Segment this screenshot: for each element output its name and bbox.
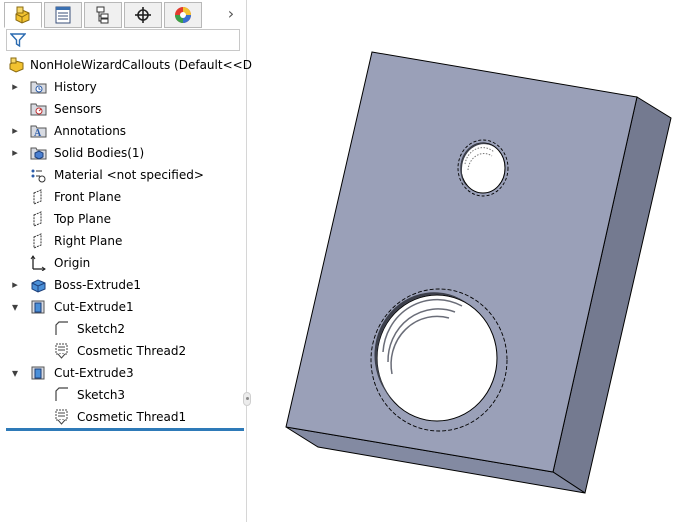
tree-item-label: Sketch3	[77, 388, 126, 402]
cut-extrude-icon	[30, 299, 47, 315]
tree-item[interactable]: ▾ Cut-Extrude1	[0, 296, 244, 318]
tree-root-part[interactable]: NonHoleWizardCallouts (Default<<Defa	[8, 54, 271, 76]
tab-dimxpert-manager[interactable]	[124, 2, 162, 28]
tree-item[interactable]: Top Plane	[0, 208, 244, 230]
tree-item-label: Solid Bodies(1)	[54, 146, 145, 160]
tree-item-label: Cosmetic Thread1	[77, 410, 187, 424]
tree-item[interactable]: Origin	[0, 252, 244, 274]
sensors-folder-icon	[30, 101, 47, 117]
solid-bodies-icon	[30, 145, 47, 161]
expanded-chevron-icon[interactable]: ▾	[9, 362, 21, 384]
tab-feature-manager[interactable]	[4, 2, 42, 28]
origin-icon	[30, 255, 47, 272]
tree-item[interactable]: Cosmetic Thread1	[0, 406, 244, 428]
tree-item-label: Origin	[54, 256, 91, 270]
cosmetic-thread-icon	[53, 343, 70, 359]
manager-tabs	[4, 2, 244, 28]
tree-item[interactable]: Front Plane	[0, 186, 244, 208]
tree-item[interactable]: Sketch2	[0, 318, 244, 340]
tree-item[interactable]: Sensors	[0, 98, 244, 120]
tree-item[interactable]: ▸ Boss-Extrude1	[0, 274, 244, 296]
plane-icon	[30, 189, 47, 205]
tab-configuration-manager[interactable]	[84, 2, 122, 28]
tree-item[interactable]: ▸ History	[0, 76, 244, 98]
cut-extrude-icon	[30, 365, 47, 381]
material-icon	[30, 167, 47, 183]
tree-item-label: Boss-Extrude1	[54, 278, 141, 292]
tree-item-label: Cut-Extrude3	[54, 366, 134, 380]
collapsed-chevron-icon[interactable]: ▸	[9, 76, 21, 98]
panel-splitter-handle[interactable]	[243, 392, 251, 406]
part-model	[285, 51, 672, 494]
tree-item[interactable]: Cosmetic Thread2	[0, 340, 244, 362]
feature-manager-icon	[15, 6, 30, 24]
tree-item[interactable]: Material <not specified>	[0, 164, 244, 186]
filter-icon	[10, 33, 26, 48]
tree-item-label: Sensors	[54, 102, 102, 116]
tree-item-label: Annotations	[54, 124, 127, 138]
tree-item-label: Cut-Extrude1	[54, 300, 134, 314]
configuration-manager-icon	[96, 6, 109, 24]
sketch-icon	[53, 387, 70, 403]
property-manager-icon	[55, 6, 71, 24]
part-icon	[9, 57, 24, 73]
collapsed-chevron-icon[interactable]: ▸	[9, 142, 21, 164]
rollback-bar[interactable]	[6, 428, 244, 431]
tree-item-label: Right Plane	[54, 234, 123, 248]
tree-filter-input[interactable]	[6, 29, 240, 51]
tab-display-manager[interactable]	[164, 2, 202, 28]
tree-item-label: Front Plane	[54, 190, 122, 204]
tree-item[interactable]: Right Plane	[0, 230, 244, 252]
plane-icon	[30, 233, 47, 249]
cosmetic-thread-icon	[53, 409, 70, 425]
tree-item[interactable]: ▸ Solid Bodies(1)	[0, 142, 244, 164]
history-folder-icon	[30, 79, 47, 95]
sketch-icon	[53, 321, 70, 337]
plane-icon	[30, 211, 47, 227]
tree-item-label: Top Plane	[54, 212, 111, 226]
feature-manager-panel: › NonHoleWizardCallouts (Default<<Defa ▸…	[0, 0, 271, 522]
boss-extrude-icon	[30, 277, 47, 293]
tree-item-label: History	[54, 80, 97, 94]
dimxpert-icon	[135, 7, 151, 23]
tab-property-manager[interactable]	[44, 2, 82, 28]
display-manager-icon	[175, 7, 191, 23]
annotations-icon: A	[30, 123, 47, 139]
tree-item[interactable]: ▾ Cut-Extrude3	[0, 362, 244, 384]
tree-item-label: Sketch2	[77, 322, 126, 336]
more-tabs-chevron-icon[interactable]: ›	[222, 2, 240, 24]
graphics-area[interactable]	[252, 0, 687, 522]
tree-item-label: Cosmetic Thread2	[77, 344, 187, 358]
svg-text:A: A	[34, 128, 42, 139]
collapsed-chevron-icon[interactable]: ▸	[9, 274, 21, 296]
tree-item[interactable]: Sketch3	[0, 384, 244, 406]
collapsed-chevron-icon[interactable]: ▸	[9, 120, 21, 142]
expanded-chevron-icon[interactable]: ▾	[9, 296, 21, 318]
part-name-label: NonHoleWizardCallouts (Default<<Defa	[30, 58, 271, 72]
tree-item-label: Material <not specified>	[54, 168, 204, 182]
tree-item[interactable]: ▸ A Annotations	[0, 120, 244, 142]
